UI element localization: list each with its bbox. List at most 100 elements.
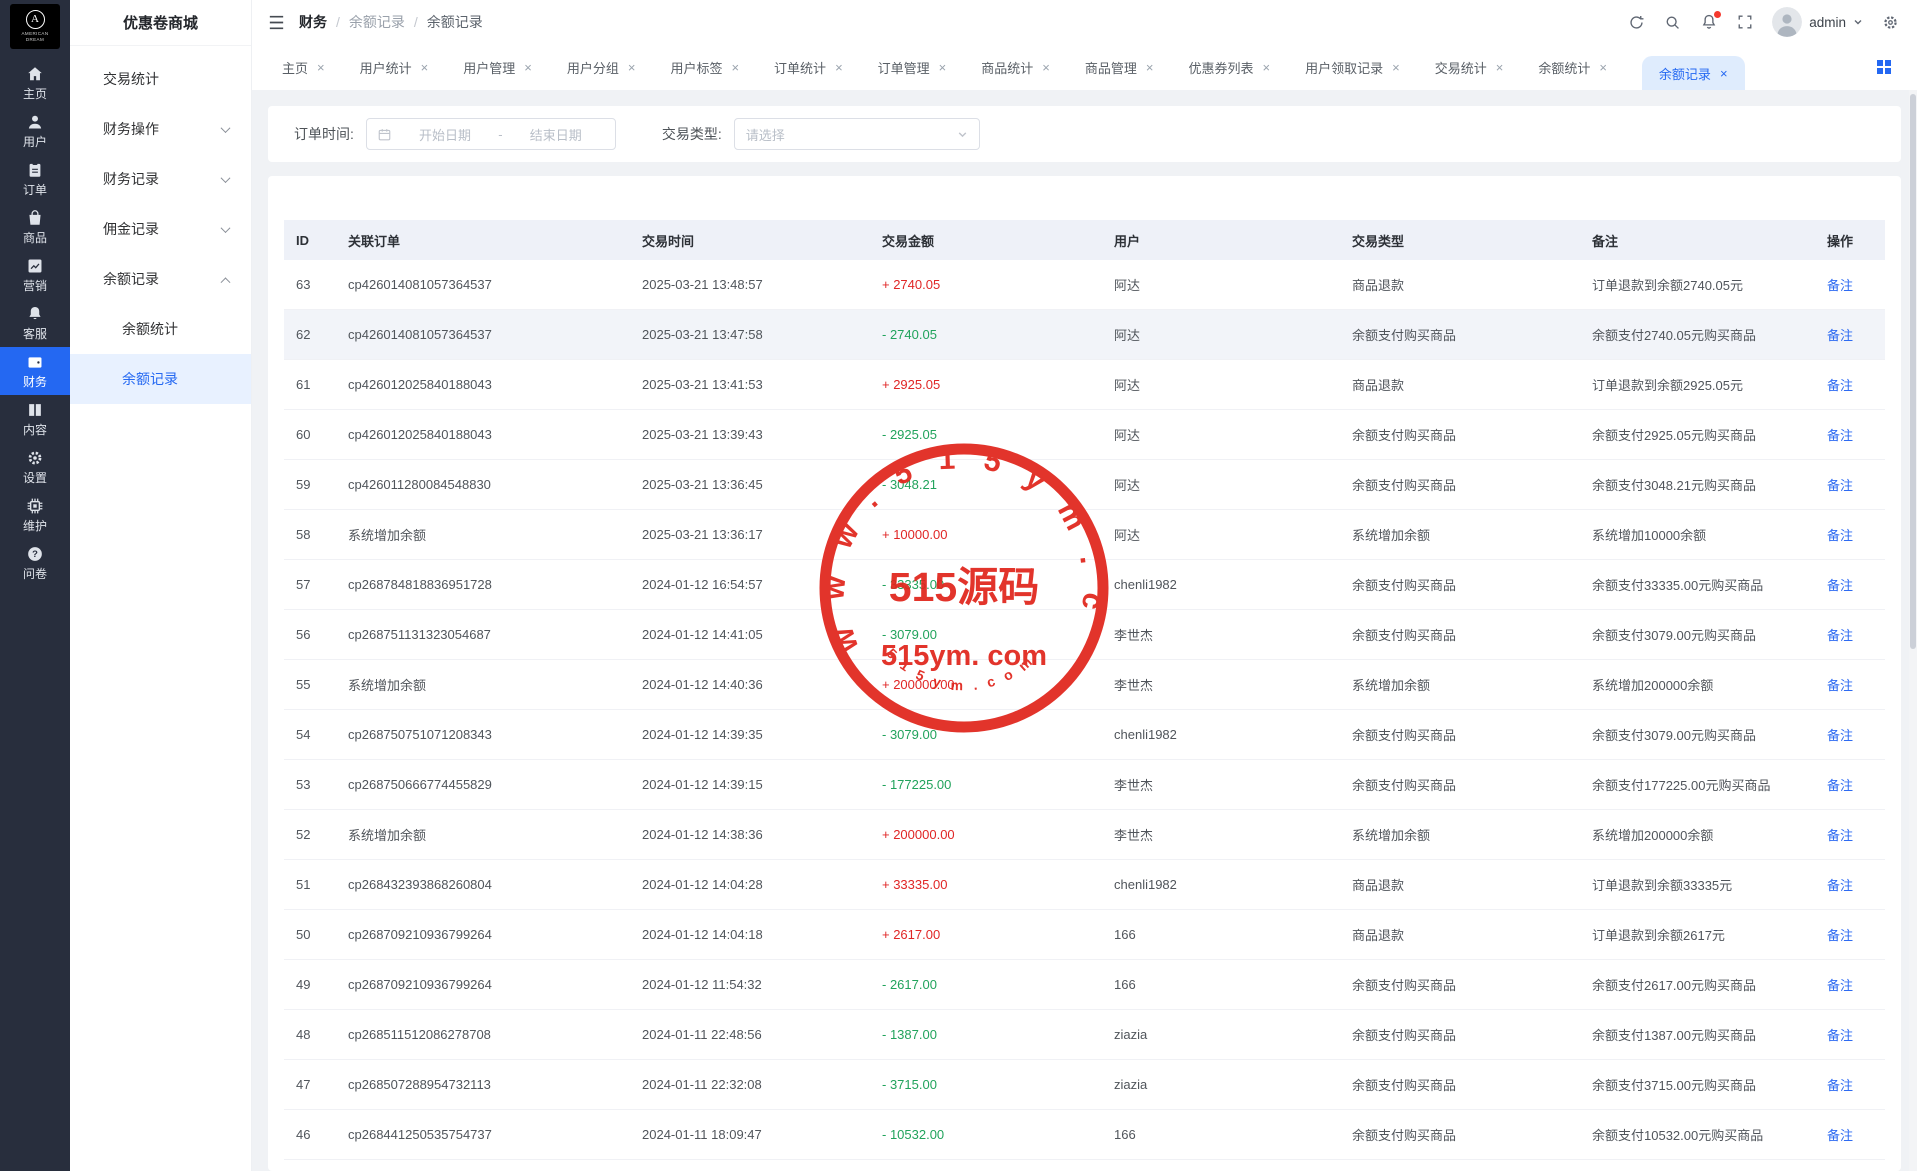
cell-note: 余额支付2617.00元购买商品 — [1592, 978, 1756, 993]
remark-link[interactable]: 备注 — [1827, 828, 1853, 843]
app-logo: A AMERICAN DREAM — [10, 4, 60, 49]
close-tab-icon[interactable]: × — [835, 61, 843, 74]
sidebar-item-goods[interactable]: 商品 — [0, 203, 70, 251]
sidebar-item-home[interactable]: 主页 — [0, 59, 70, 107]
cell-note: 订单退款到余额33335元 — [1592, 878, 1733, 893]
tab-3[interactable]: 用户分组 × — [567, 44, 636, 90]
refresh-icon[interactable] — [1628, 14, 1645, 31]
remark-link[interactable]: 备注 — [1827, 428, 1853, 443]
submenu-item-4[interactable]: 余额记录 — [70, 254, 251, 304]
close-tab-icon[interactable]: × — [421, 61, 429, 74]
remark-link[interactable]: 备注 — [1827, 528, 1853, 543]
close-tab-icon[interactable]: × — [524, 61, 532, 74]
scrollbar-thumb[interactable] — [1910, 94, 1916, 649]
submenu-sidebar: 优惠卷商城 交易统计 财务操作 财务记录 佣金记录 余额记录 余额统计 余额记录 — [70, 0, 252, 1171]
tab-8[interactable]: 商品管理 × — [1085, 44, 1154, 90]
cell-amount: - 1387.00 — [882, 1027, 937, 1042]
tab-6[interactable]: 订单管理 × — [878, 44, 947, 90]
remark-link[interactable]: 备注 — [1827, 928, 1853, 943]
cell-user: 阿达 — [1114, 478, 1141, 493]
close-tab-icon[interactable]: × — [628, 61, 636, 74]
cell-order: 系统增加余额 — [348, 678, 427, 693]
close-tab-icon[interactable]: × — [1496, 61, 1504, 74]
submenu-item-2[interactable]: 财务记录 — [70, 154, 251, 204]
cell-order: cp268709210936799264 — [348, 977, 492, 992]
start-date-placeholder[interactable]: 开始日期 — [396, 125, 494, 144]
cell-time: 2024-01-12 14:39:15 — [642, 777, 763, 792]
submenu-item-3[interactable]: 佣金记录 — [70, 204, 251, 254]
remark-link[interactable]: 备注 — [1827, 678, 1853, 693]
submenu-item-5[interactable]: 余额统计 — [70, 304, 251, 354]
tab-12[interactable]: 余额统计 × — [1538, 44, 1607, 90]
submenu-item-1[interactable]: 财务操作 — [70, 104, 251, 154]
tab-9[interactable]: 优惠券列表 × — [1188, 44, 1270, 90]
remark-link[interactable]: 备注 — [1827, 578, 1853, 593]
tab-4[interactable]: 用户标签 × — [670, 44, 739, 90]
cell-amount: - 2617.00 — [882, 977, 937, 992]
remark-link[interactable]: 备注 — [1827, 1078, 1853, 1093]
cell-user: 166 — [1114, 1127, 1136, 1142]
remark-link[interactable]: 备注 — [1827, 278, 1853, 293]
sidebar-item-marketing[interactable]: 营销 — [0, 251, 70, 299]
menu-collapse-icon[interactable] — [268, 15, 285, 30]
notification-bell-icon[interactable] — [1700, 11, 1722, 31]
close-tab-icon[interactable]: × — [731, 61, 739, 74]
cell-note: 系统增加200000余额 — [1592, 678, 1714, 693]
tab-0[interactable]: 主页 × — [282, 44, 325, 90]
tab-label: 优惠券列表 — [1188, 60, 1254, 76]
tab-11[interactable]: 交易统计 × — [1435, 44, 1504, 90]
submenu-item-6[interactable]: 余额记录 — [70, 354, 251, 404]
sidebar-item-content[interactable]: 内容 — [0, 395, 70, 443]
tab-layout-grid-icon[interactable] — [1877, 60, 1891, 74]
tab-label: 余额统计 — [1538, 60, 1591, 76]
sidebar-item-support[interactable]: 客服 — [0, 299, 70, 347]
submenu-item-label: 财务记录 — [103, 171, 159, 187]
cell-order: cp268750751071208343 — [348, 727, 492, 742]
remark-link[interactable]: 备注 — [1827, 1028, 1853, 1043]
remark-link[interactable]: 备注 — [1827, 778, 1853, 793]
cell-user: chenli1982 — [1114, 727, 1177, 742]
tab-13[interactable]: 余额记录 × — [1641, 56, 1745, 90]
close-tab-icon[interactable]: × — [1599, 61, 1607, 74]
remark-link[interactable]: 备注 — [1827, 728, 1853, 743]
close-tab-icon[interactable]: × — [1042, 61, 1050, 74]
submenu-list: 交易统计 财务操作 财务记录 佣金记录 余额记录 余额统计 余额记录 — [70, 54, 251, 404]
sidebar-item-settings[interactable]: 设置 — [0, 443, 70, 491]
sidebar-item-maintenance[interactable]: 维护 — [0, 491, 70, 539]
end-date-placeholder[interactable]: 结束日期 — [507, 125, 605, 144]
close-tab-icon[interactable]: × — [317, 61, 325, 74]
tab-7[interactable]: 商品统计 × — [981, 44, 1050, 90]
notification-badge — [1714, 11, 1722, 18]
cell-user: ziazia — [1114, 1077, 1148, 1092]
remark-link[interactable]: 备注 — [1827, 878, 1853, 893]
sidebar-item-survey[interactable]: ? 问卷 — [0, 539, 70, 587]
tab-2[interactable]: 用户管理 × — [463, 44, 532, 90]
close-tab-icon[interactable]: × — [939, 61, 947, 74]
close-tab-icon[interactable]: × — [1720, 67, 1728, 80]
user-menu[interactable]: admin — [1772, 7, 1863, 37]
sidebar-item-orders[interactable]: 订单 — [0, 155, 70, 203]
tab-10[interactable]: 用户领取记录 × — [1305, 44, 1400, 90]
remark-link[interactable]: 备注 — [1827, 978, 1853, 993]
remark-link[interactable]: 备注 — [1827, 328, 1853, 343]
close-tab-icon[interactable]: × — [1392, 61, 1400, 74]
close-tab-icon[interactable]: × — [1146, 61, 1154, 74]
remark-link[interactable]: 备注 — [1827, 628, 1853, 643]
chevron-down-icon — [958, 131, 967, 137]
fullscreen-icon[interactable] — [1737, 14, 1753, 30]
tab-label: 用户标签 — [670, 60, 723, 76]
tab-1[interactable]: 用户统计 × — [360, 44, 429, 90]
sidebar-item-users[interactable]: 用户 — [0, 107, 70, 155]
settings-gear-icon[interactable] — [1882, 14, 1899, 31]
remark-link[interactable]: 备注 — [1827, 378, 1853, 393]
cell-order: cp268511512086278708 — [348, 1027, 491, 1042]
search-icon[interactable] — [1664, 14, 1681, 31]
remark-link[interactable]: 备注 — [1827, 1128, 1853, 1143]
date-range-input[interactable]: 开始日期 - 结束日期 — [365, 118, 616, 150]
close-tab-icon[interactable]: × — [1263, 61, 1271, 74]
sidebar-item-finance[interactable]: 财务 — [0, 347, 70, 395]
tab-5[interactable]: 订单统计 × — [774, 44, 843, 90]
remark-link[interactable]: 备注 — [1827, 478, 1853, 493]
trade-type-select[interactable]: 请选择 — [733, 118, 980, 150]
submenu-item-0[interactable]: 交易统计 — [70, 54, 251, 104]
